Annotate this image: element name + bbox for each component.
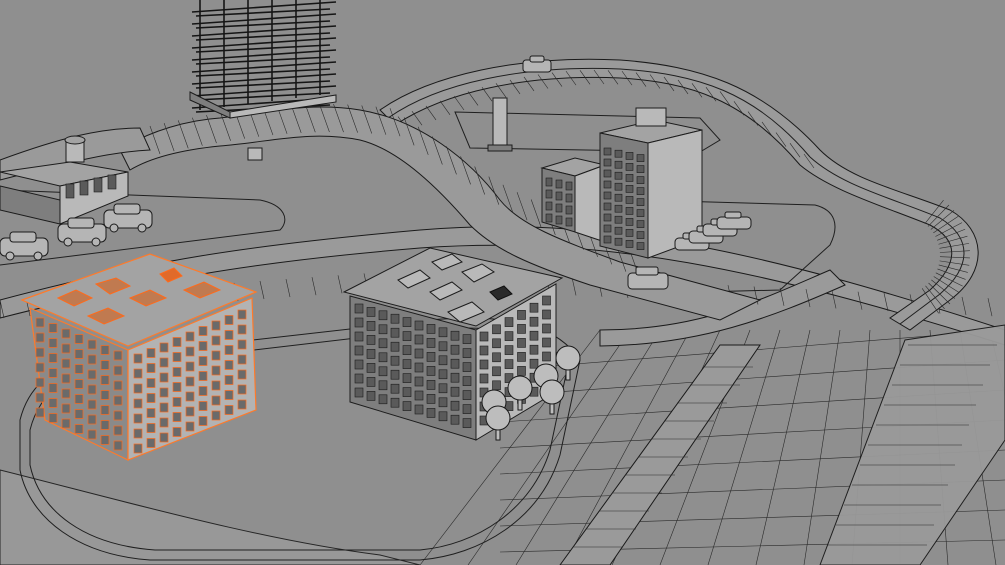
scene-canvas[interactable] [0, 0, 1005, 565]
3d-viewport[interactable] [0, 0, 1005, 565]
